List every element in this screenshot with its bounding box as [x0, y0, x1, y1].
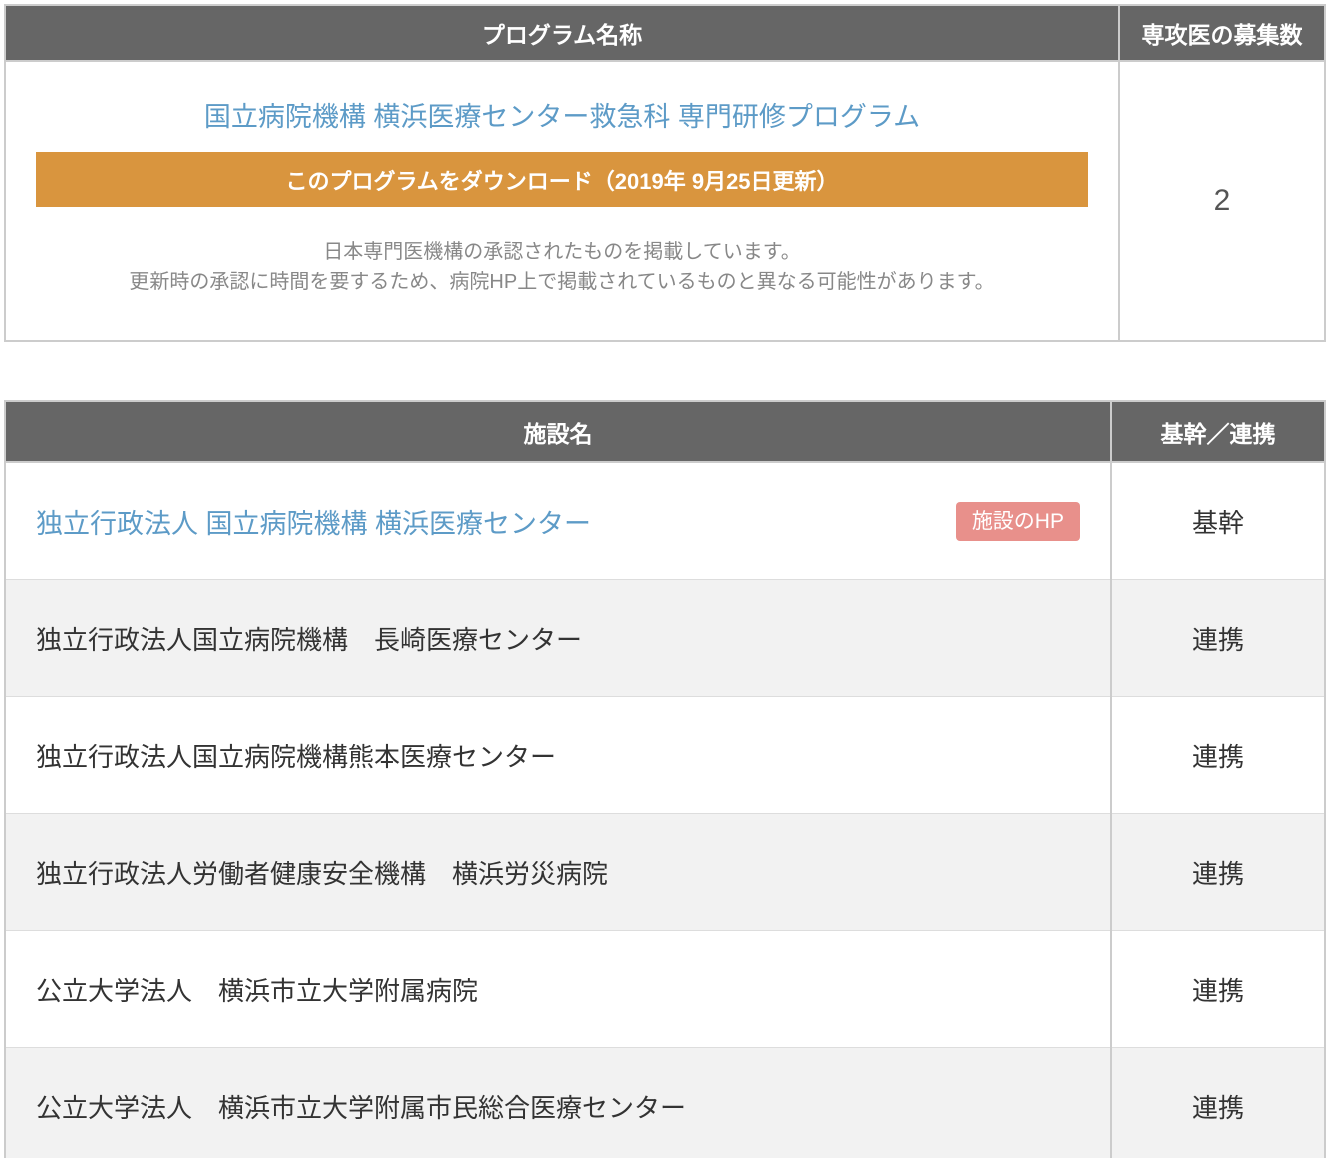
facility-row: 公立大学法人 横浜市立大学附属市民総合医療センター 連携 — [5, 1048, 1325, 1158]
program-name-header: プログラム名称 — [5, 5, 1119, 61]
program-table-header-row: プログラム名称 専攻医の募集数 — [5, 5, 1325, 61]
facility-link[interactable]: 独立行政法人 国立病院機構 横浜医療センター — [36, 502, 591, 541]
facility-name: 公立大学法人 横浜市立大学附属病院 — [5, 931, 1111, 1048]
facility-row: 公立大学法人 横浜市立大学附属病院 連携 — [5, 931, 1325, 1048]
facility-name-cell: 独立行政法人 国立病院機構 横浜医療センター 施設のHP — [5, 462, 1111, 580]
facility-table: 施設名 基幹／連携 独立行政法人 国立病院機構 横浜医療センター 施設のHP 基… — [4, 400, 1326, 1158]
program-table: プログラム名称 専攻医の募集数 国立病院機構 横浜医療センター救急科 専門研修プ… — [4, 4, 1326, 342]
program-title-link[interactable]: 国立病院機構 横浜医療センター救急科 専門研修プログラム — [204, 100, 920, 134]
facility-name: 独立行政法人労働者健康安全機構 横浜労災病院 — [5, 814, 1111, 931]
facility-row: 独立行政法人国立病院機構熊本医療センター 連携 — [5, 697, 1325, 814]
facility-name: 独立行政法人国立病院機構熊本医療センター — [5, 697, 1111, 814]
facility-row: 独立行政法人労働者健康安全機構 横浜労災病院 連携 — [5, 814, 1325, 931]
program-info-cell: 国立病院機構 横浜医療センター救急科 専門研修プログラム このプログラムをダウン… — [5, 61, 1119, 341]
facility-role: 基幹 — [1111, 462, 1325, 580]
program-table-body-row: 国立病院機構 横浜医療センター救急科 専門研修プログラム このプログラムをダウン… — [5, 61, 1325, 341]
facility-row: 独立行政法人国立病院機構 長崎医療センター 連携 — [5, 580, 1325, 697]
facility-name: 公立大学法人 横浜市立大学附属市民総合医療センター — [5, 1048, 1111, 1158]
facility-role: 連携 — [1111, 1048, 1325, 1158]
recruit-count-value: 2 — [1119, 61, 1325, 341]
facility-role: 連携 — [1111, 580, 1325, 697]
program-note-line2: 更新時の承認に時間を要するため、病院HP上で掲載されているものと異なる可能性があ… — [36, 267, 1088, 297]
facility-hp-badge[interactable]: 施設のHP — [956, 502, 1080, 541]
page: プログラム名称 専攻医の募集数 国立病院機構 横浜医療センター救急科 専門研修プ… — [0, 0, 1330, 1158]
facility-name: 独立行政法人国立病院機構 長崎医療センター — [5, 580, 1111, 697]
facility-table-header-row: 施設名 基幹／連携 — [5, 401, 1325, 462]
program-note-line1: 日本専門医機構の承認されたものを掲載しています。 — [36, 237, 1088, 267]
table-gap — [4, 342, 1326, 400]
download-program-button[interactable]: このプログラムをダウンロード（2019年 9月25日更新） — [36, 152, 1088, 207]
facility-name-header: 施設名 — [5, 401, 1111, 462]
facility-role: 連携 — [1111, 814, 1325, 931]
facility-role: 連携 — [1111, 931, 1325, 1048]
recruit-count-header: 専攻医の募集数 — [1119, 5, 1325, 61]
facility-role-header: 基幹／連携 — [1111, 401, 1325, 462]
program-notes: 日本専門医機構の承認されたものを掲載しています。 更新時の承認に時間を要するため… — [36, 237, 1088, 297]
facility-row: 独立行政法人 国立病院機構 横浜医療センター 施設のHP 基幹 — [5, 462, 1325, 580]
facility-role: 連携 — [1111, 697, 1325, 814]
